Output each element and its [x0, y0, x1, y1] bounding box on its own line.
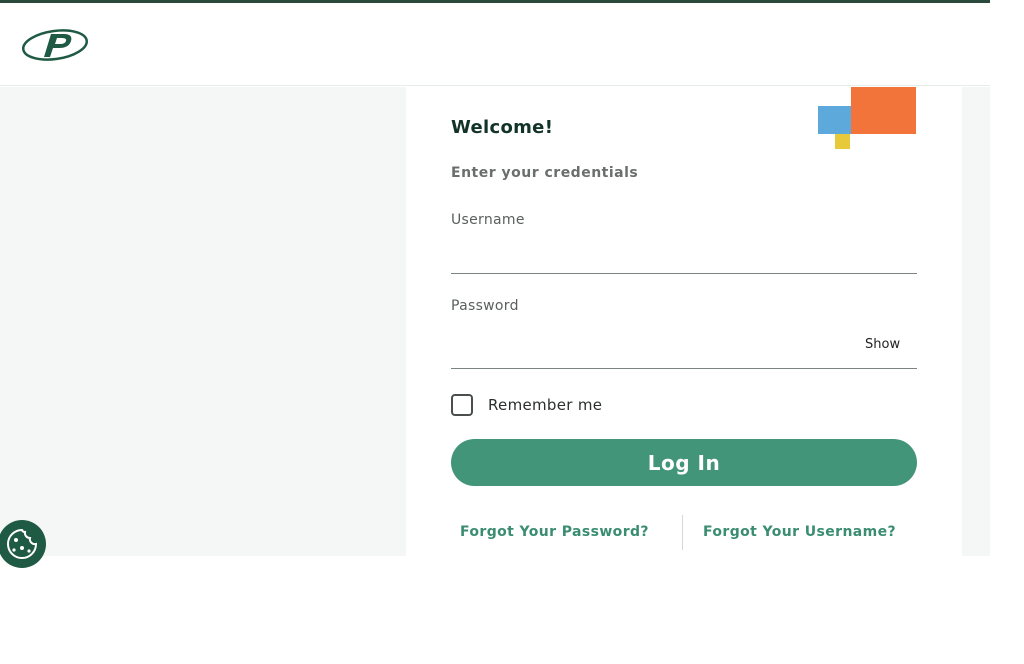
remember-me-label: Remember me [488, 396, 603, 414]
decor-blue-block [818, 106, 851, 134]
site-header [0, 3, 990, 86]
password-label: Password [451, 298, 519, 314]
password-input[interactable] [451, 337, 917, 369]
decor-yellow-block [835, 134, 850, 149]
forgot-username-link[interactable]: Forgot Your Username? [703, 524, 896, 540]
links-divider [682, 515, 683, 550]
show-password-toggle[interactable]: Show [865, 337, 900, 352]
checkbox-box[interactable] [451, 394, 473, 416]
cookie-settings-button[interactable] [0, 520, 46, 568]
welcome-heading: Welcome! [451, 117, 554, 138]
p-monogram-logo[interactable] [20, 27, 90, 63]
credentials-subtitle: Enter your credentials [451, 165, 639, 181]
decor-orange-block [851, 87, 916, 134]
forgot-password-link[interactable]: Forgot Your Password? [460, 524, 649, 540]
login-button[interactable]: Log In [451, 439, 917, 486]
username-input[interactable] [451, 242, 917, 274]
cookie-icon [7, 528, 38, 559]
remember-me-checkbox[interactable]: Remember me [451, 394, 602, 416]
bottom-area [0, 556, 1024, 664]
username-label: Username [451, 212, 525, 228]
